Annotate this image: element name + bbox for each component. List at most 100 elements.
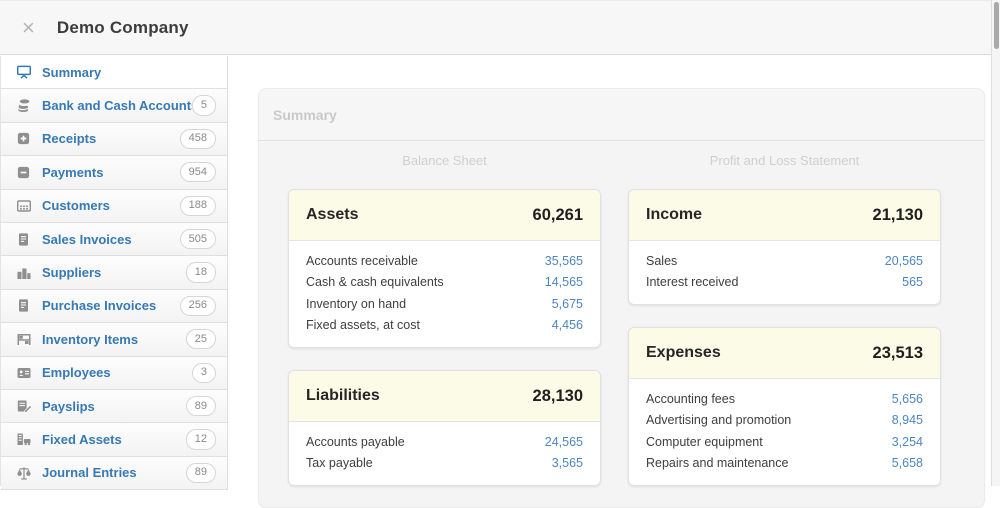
sidebar-item-fixed-assets[interactable]: Fixed Assets 12 xyxy=(1,423,228,456)
sidebar-item-label: Customers xyxy=(42,198,180,213)
sidebar-item-employees[interactable]: Employees 3 xyxy=(1,357,228,390)
account-label: Accounts receivable xyxy=(306,254,418,268)
count-badge: 25 xyxy=(186,329,216,349)
account-label: Tax payable xyxy=(306,456,373,470)
account-row: Computer equipment 3,254 xyxy=(646,431,923,453)
account-value-link[interactable]: 4,456 xyxy=(552,318,583,332)
pnl-column: Income 21,130 Sales 20,565 Interest rece… xyxy=(628,173,941,486)
account-value-link[interactable]: 3,565 xyxy=(552,456,583,470)
account-row: Accounts receivable 35,565 xyxy=(306,250,583,272)
assets-card-header: Assets 60,261 xyxy=(289,190,600,241)
account-label: Accounts payable xyxy=(306,435,405,449)
pnl-heading: Profit and Loss Statement xyxy=(628,149,941,173)
sidebar-item-label: Employees xyxy=(42,365,192,380)
scrollbar-track[interactable] xyxy=(991,0,1000,486)
scrollbar-thumb[interactable] xyxy=(994,2,999,49)
income-card: Income 21,130 Sales 20,565 Interest rece… xyxy=(628,189,941,305)
liabilities-card-header: Liabilities 28,130 xyxy=(289,371,600,422)
invoice-document-icon xyxy=(15,298,32,314)
account-value-link[interactable]: 3,254 xyxy=(892,435,923,449)
account-value-link[interactable]: 5,675 xyxy=(552,297,583,311)
sidebar-item-label: Receipts xyxy=(42,131,180,146)
sidebar-item-label: Journal Entries xyxy=(42,465,186,480)
account-row: Interest received 565 xyxy=(646,272,923,294)
page-title: Demo Company xyxy=(57,18,189,38)
account-label: Sales xyxy=(646,254,677,268)
panel-title: Summary xyxy=(259,89,984,141)
card-title: Liabilities xyxy=(306,387,380,405)
count-badge: 5 xyxy=(192,95,216,115)
account-row: Cash & cash equivalents 14,565 xyxy=(306,272,583,294)
account-row: Tax payable 3,565 xyxy=(306,453,583,475)
account-label: Fixed assets, at cost xyxy=(306,318,420,332)
account-row: Repairs and maintenance 5,658 xyxy=(646,453,923,475)
account-label: Advertising and promotion xyxy=(646,413,791,427)
account-value-link[interactable]: 8,945 xyxy=(892,413,923,427)
account-row: Sales 20,565 xyxy=(646,250,923,272)
count-badge: 12 xyxy=(186,429,216,449)
sidebar: Summary Bank and Cash Accounts 5 Receipt… xyxy=(0,56,228,486)
sidebar-item-sales-invoices[interactable]: Sales Invoices 505 xyxy=(1,223,228,256)
account-row: Accounting fees 5,656 xyxy=(646,388,923,410)
count-badge: 256 xyxy=(180,296,216,316)
account-label: Repairs and maintenance xyxy=(646,456,788,470)
card-total: 60,261 xyxy=(533,206,583,225)
account-value-link[interactable]: 35,565 xyxy=(545,254,583,268)
payslip-pen-icon xyxy=(15,398,32,414)
account-label: Cash & cash equivalents xyxy=(306,275,444,289)
card-title: Expenses xyxy=(646,344,721,362)
summary-panel: Summary Balance Sheet Profit and Loss St… xyxy=(258,88,985,508)
account-row: Advertising and promotion 8,945 xyxy=(646,410,923,432)
inventory-rack-icon xyxy=(15,331,32,347)
sidebar-item-label: Sales Invoices xyxy=(42,232,180,247)
liabilities-card: Liabilities 28,130 Accounts payable 24,5… xyxy=(288,370,601,486)
expenses-card-header: Expenses 23,513 xyxy=(629,328,940,379)
sidebar-item-inventory-items[interactable]: Inventory Items 25 xyxy=(1,323,228,356)
close-icon[interactable]: × xyxy=(22,17,35,39)
account-value-link[interactable]: 5,656 xyxy=(892,392,923,406)
card-title: Assets xyxy=(306,206,358,224)
sidebar-item-summary[interactable]: Summary xyxy=(1,56,228,89)
account-value-link[interactable]: 24,565 xyxy=(545,435,583,449)
account-value-link[interactable]: 20,565 xyxy=(885,254,923,268)
card-total: 21,130 xyxy=(873,206,923,225)
sidebar-item-payslips[interactable]: Payslips 89 xyxy=(1,390,228,423)
sidebar-item-label: Bank and Cash Accounts xyxy=(42,98,192,113)
factory-buildings-icon xyxy=(15,265,32,281)
app-header: × Demo Company xyxy=(0,0,1000,55)
income-card-header: Income 21,130 xyxy=(629,190,940,241)
panel-body: Balance Sheet Profit and Loss Statement … xyxy=(259,141,984,486)
count-badge: 89 xyxy=(186,396,216,416)
sidebar-item-customers[interactable]: Customers 188 xyxy=(1,190,228,223)
sidebar-item-purchase-invoices[interactable]: Purchase Invoices 256 xyxy=(1,290,228,323)
expenses-card: Expenses 23,513 Accounting fees 5,656 Ad… xyxy=(628,327,941,486)
sidebar-item-label: Payslips xyxy=(42,399,186,414)
balance-sheet-heading: Balance Sheet xyxy=(288,149,601,173)
count-badge: 505 xyxy=(180,229,216,249)
card-total: 28,130 xyxy=(533,387,583,406)
column-headings: Balance Sheet Profit and Loss Statement xyxy=(288,149,984,173)
sidebar-item-payments[interactable]: Payments 954 xyxy=(1,156,228,189)
sidebar-item-label: Fixed Assets xyxy=(42,432,186,447)
sidebar-item-suppliers[interactable]: Suppliers 18 xyxy=(1,256,228,289)
account-label: Interest received xyxy=(646,275,738,289)
account-row: Fixed assets, at cost 4,456 xyxy=(306,315,583,337)
balance-sheet-column: Assets 60,261 Accounts receivable 35,565… xyxy=(288,173,601,486)
account-value-link[interactable]: 565 xyxy=(902,275,923,289)
count-badge: 18 xyxy=(186,262,216,282)
building-truck-icon xyxy=(15,431,32,447)
customers-people-icon xyxy=(15,198,32,214)
sidebar-item-journal-entries[interactable]: Journal Entries 89 xyxy=(1,457,228,490)
coins-icon xyxy=(15,98,32,114)
account-label: Inventory on hand xyxy=(306,297,406,311)
count-badge: 3 xyxy=(192,363,216,383)
sidebar-item-bank-and-cash-accounts[interactable]: Bank and Cash Accounts 5 xyxy=(1,89,228,122)
account-value-link[interactable]: 14,565 xyxy=(545,275,583,289)
sidebar-item-label: Summary xyxy=(42,65,216,80)
sidebar-item-label: Purchase Invoices xyxy=(42,298,180,313)
count-badge: 188 xyxy=(180,196,216,216)
id-card-icon xyxy=(15,365,32,381)
account-value-link[interactable]: 5,658 xyxy=(892,456,923,470)
account-label: Accounting fees xyxy=(646,392,735,406)
sidebar-item-receipts[interactable]: Receipts 458 xyxy=(1,123,228,156)
